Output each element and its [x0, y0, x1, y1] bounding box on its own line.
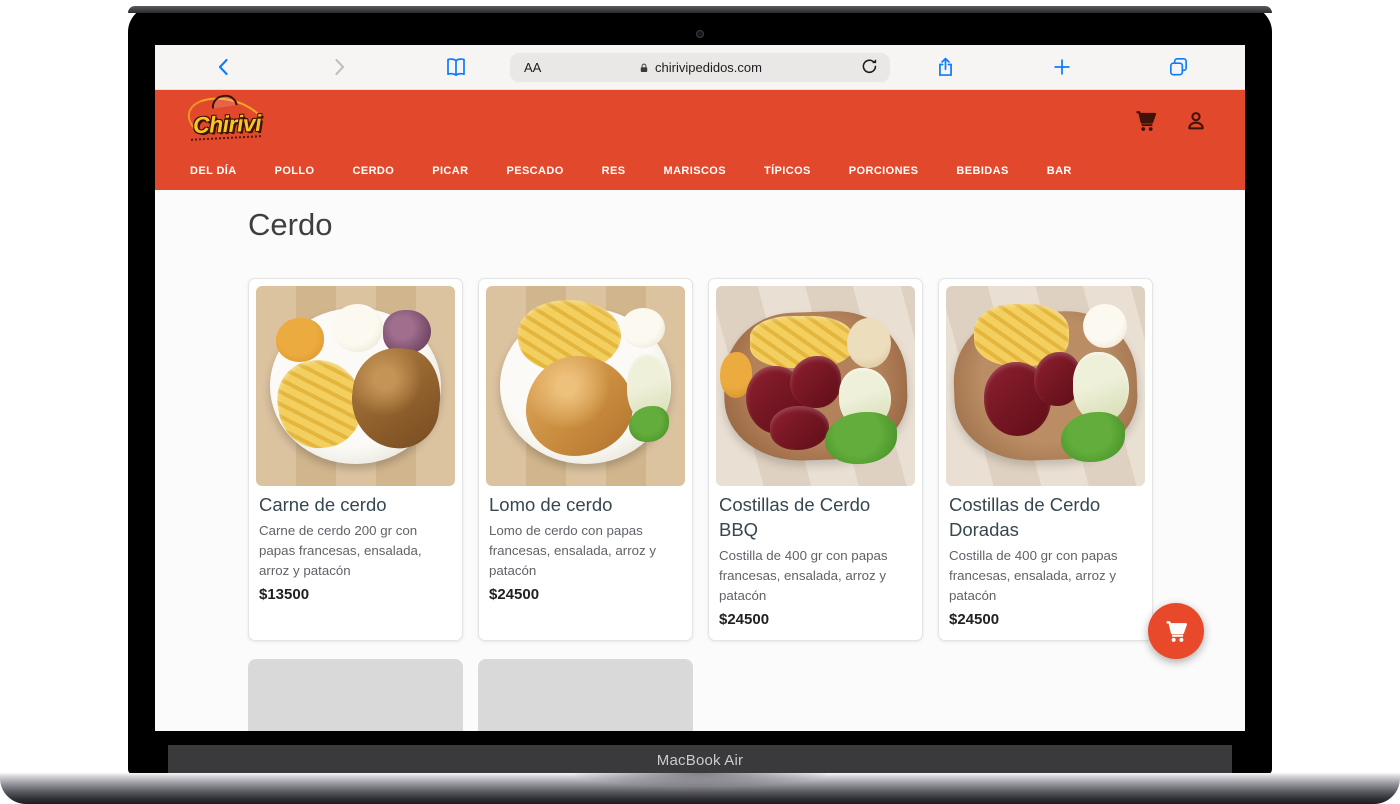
- page-title: Cerdo: [248, 207, 1245, 243]
- nav-item-res[interactable]: RES: [602, 165, 626, 177]
- brand-row: Chirivi: [155, 90, 1245, 151]
- header-actions: [1132, 107, 1209, 134]
- reload-button[interactable]: [859, 56, 880, 80]
- nav-item-pescado[interactable]: PESCADO: [506, 165, 563, 177]
- plus-icon: [1051, 56, 1073, 78]
- product-card-carne-de-cerdo[interactable]: Carne de cerdo Carne de cerdo 200 gr con…: [248, 278, 463, 641]
- lock-icon: [638, 62, 650, 74]
- safari-toolbar: AA chirivipedidos.com: [155, 45, 1245, 90]
- share-button[interactable]: [934, 56, 957, 79]
- category-page: Cerdo Carne de cerdo: [155, 190, 1245, 731]
- product-card-placeholder[interactable]: [248, 659, 463, 731]
- product-description: Costilla de 400 gr con papas francesas, …: [719, 546, 912, 606]
- nav-item-picar[interactable]: PICAR: [432, 165, 468, 177]
- cart-icon: [1162, 617, 1190, 645]
- product-photo-golden-ribs-tray: [946, 286, 1145, 486]
- product-photo-bbq-ribs-tray: [716, 286, 915, 486]
- macbook-mockup: AA chirivipedidos.com: [0, 0, 1400, 804]
- laptop-bezel: AA chirivipedidos.com: [128, 6, 1272, 775]
- product-grid: Carne de cerdo Carne de cerdo 200 gr con…: [248, 278, 1153, 731]
- product-photo-pork-loin-plate: [486, 286, 685, 486]
- url-text: chirivipedidos.com: [655, 60, 762, 75]
- bookmarks-button[interactable]: [444, 55, 468, 79]
- brand-name: Chirivi: [193, 109, 262, 138]
- product-card-lomo-de-cerdo[interactable]: Lomo de cerdo Lomo de cerdo con papas fr…: [478, 278, 693, 641]
- product-price: $13500: [259, 586, 452, 603]
- account-button[interactable]: [1183, 108, 1209, 134]
- laptop-base: [0, 773, 1400, 804]
- nav-item-bebidas[interactable]: BEBIDAS: [956, 165, 1008, 177]
- url-display: chirivipedidos.com: [638, 60, 762, 75]
- cart-button[interactable]: [1132, 107, 1159, 134]
- reload-icon: [859, 56, 880, 77]
- forward-chevron-icon: [328, 56, 350, 78]
- text-size-button[interactable]: AA: [524, 60, 541, 75]
- product-price: $24500: [949, 611, 1142, 628]
- nav-item-bar[interactable]: BAR: [1047, 165, 1072, 177]
- cart-icon: [1132, 107, 1159, 134]
- tabs-icon: [1167, 56, 1190, 79]
- product-name: Carne de cerdo: [259, 493, 452, 518]
- site-header: Chirivi: [155, 90, 1245, 190]
- back-button[interactable]: [213, 56, 235, 78]
- device-label: MacBook Air: [657, 752, 743, 769]
- product-description: Carne de cerdo 200 gr con papas francesa…: [259, 521, 452, 581]
- share-icon: [934, 56, 957, 79]
- back-chevron-icon: [213, 56, 235, 78]
- product-card-costillas-doradas[interactable]: Costillas de Cerdo Doradas Costilla de 4…: [938, 278, 1153, 641]
- product-description: Lomo de cerdo con papas francesas, ensal…: [489, 521, 682, 581]
- product-name: Lomo de cerdo: [489, 493, 682, 518]
- product-card-costillas-bbq[interactable]: Costillas de Cerdo BBQ Costilla de 400 g…: [708, 278, 923, 641]
- product-price: $24500: [489, 586, 682, 603]
- nav-item-cerdo[interactable]: CERDO: [353, 165, 395, 177]
- address-bar[interactable]: AA chirivipedidos.com: [510, 53, 890, 82]
- product-price: $24500: [719, 611, 912, 628]
- nav-item-porciones[interactable]: PORCIONES: [849, 165, 919, 177]
- nav-item-tipicos[interactable]: TÍPICOS: [764, 165, 811, 177]
- tabs-overview-button[interactable]: [1167, 56, 1190, 79]
- nav-item-mariscos[interactable]: MARISCOS: [664, 165, 726, 177]
- forward-button[interactable]: [328, 56, 350, 78]
- new-tab-button[interactable]: [1051, 56, 1073, 78]
- webcam-dot: [696, 30, 704, 38]
- floating-cart-button[interactable]: [1148, 603, 1204, 659]
- open-book-icon: [444, 55, 468, 79]
- brand-logo[interactable]: Chirivi: [185, 97, 271, 149]
- product-name: Costillas de Cerdo Doradas: [949, 493, 1142, 543]
- nav-item-pollo[interactable]: POLLO: [275, 165, 315, 177]
- user-icon: [1183, 108, 1209, 134]
- product-name: Costillas de Cerdo BBQ: [719, 493, 912, 543]
- product-card-placeholder[interactable]: [478, 659, 693, 731]
- browser-screen: AA chirivipedidos.com: [155, 45, 1245, 731]
- nav-item-del-dia[interactable]: DEL DÍA: [190, 165, 237, 177]
- category-nav: DEL DÍA POLLO CERDO PICAR PESCADO RES MA…: [155, 151, 1245, 190]
- product-photo-pork-meat-plate: [256, 286, 455, 486]
- product-description: Costilla de 400 gr con papas francesas, …: [949, 546, 1142, 606]
- laptop-hinge-bar: MacBook Air: [168, 745, 1232, 775]
